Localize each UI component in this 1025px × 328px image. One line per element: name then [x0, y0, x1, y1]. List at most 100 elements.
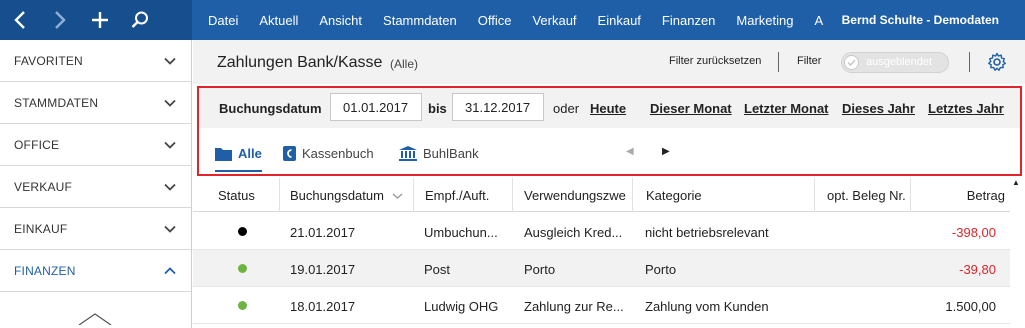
- table-header: Status Buchungsdatum Empf./Auft. Verwend…: [193, 178, 1010, 212]
- tab-label: Kassenbuch: [302, 146, 374, 161]
- sort-chevron-icon: [392, 193, 403, 199]
- table-row[interactable]: 18.01.2017 Ludwig OHG Zahlung zur Re... Zah…: [193, 287, 1010, 324]
- tab-alle[interactable]: Alle: [215, 146, 262, 161]
- status-dot-icon: [238, 264, 247, 273]
- sidebar-item-stammdaten[interactable]: STAMMDATEN: [0, 82, 191, 124]
- back-icon[interactable]: [0, 0, 40, 40]
- cell-amount: -39,80: [959, 262, 996, 277]
- status-dot-icon: [238, 227, 247, 236]
- sidebar-item-office[interactable]: OFFICE: [0, 124, 191, 166]
- col-status[interactable]: Status: [193, 178, 279, 212]
- menu-item[interactable]: Verkauf: [532, 13, 576, 28]
- collapse-panel-icon[interactable]: [78, 313, 112, 328]
- forward-icon[interactable]: [40, 0, 80, 40]
- reset-filter-button[interactable]: Filter zurücksetzen: [669, 55, 761, 67]
- menu-item-truncated[interactable]: A: [814, 13, 824, 28]
- active-tab-indicator: [215, 170, 262, 172]
- quick-this-year-link[interactable]: Dieses Jahr: [842, 101, 915, 116]
- col-label: Buchungsdatum: [290, 188, 384, 203]
- sidebar: FAVORITEN STAMMDATEN OFFICE VERKAUF EINKAUF F…: [0, 40, 192, 328]
- tab-scroll-left-icon[interactable]: ◀: [626, 146, 634, 157]
- top-bar: Datei Aktuell Ansicht Stammdaten Office Verka…: [0, 0, 1025, 40]
- sidebar-item-label: VERKAUF: [14, 179, 73, 194]
- folder-icon: [215, 147, 232, 161]
- chevron-down-icon[interactable]: [163, 54, 177, 68]
- sidebar-item-label: FINANZEN: [14, 263, 76, 278]
- col-receipt[interactable]: opt. Beleg Nr.: [814, 178, 910, 212]
- sidebar-item-label: STAMMDATEN: [14, 95, 99, 110]
- col-party[interactable]: Empf./Auft.: [413, 178, 512, 212]
- date-filter-row: Buchungsdatum 01.01.2017 bis 31.12.2017 …: [199, 88, 1020, 128]
- cell-amount: -398,00: [951, 225, 996, 240]
- menu-item[interactable]: Aktuell: [259, 13, 298, 28]
- table-row[interactable]: 21.01.2017 Umbuchun... Ausgleich Kred... ni…: [193, 213, 1010, 250]
- user-name[interactable]: Bernd Schulte - Demodaten: [833, 13, 999, 27]
- quick-today-link[interactable]: Heute: [590, 101, 626, 116]
- page-subtitle: (Alle): [390, 57, 419, 71]
- menu-item[interactable]: Office: [478, 13, 512, 28]
- date-from-input[interactable]: 01.01.2017: [330, 93, 422, 121]
- bank-icon: [399, 146, 417, 161]
- menu-item[interactable]: Datei: [208, 13, 238, 28]
- toggle-label: ausgeblendet: [866, 56, 933, 68]
- search-icon[interactable]: [120, 0, 160, 40]
- filter-label: Filter: [797, 55, 822, 67]
- filter-toggle[interactable]: ausgeblendet: [841, 52, 949, 73]
- oder-label: oder: [553, 101, 580, 116]
- chevron-down-icon[interactable]: [163, 96, 177, 110]
- table-body: 21.01.2017 Umbuchun... Ausgleich Kred... ni…: [193, 213, 1010, 324]
- sidebar-item-label: OFFICE: [14, 137, 60, 152]
- col-amount[interactable]: Betrag: [910, 178, 1010, 212]
- menu-item[interactable]: Marketing: [736, 13, 793, 28]
- col-category[interactable]: Kategorie: [632, 178, 814, 212]
- chevron-down-icon[interactable]: [163, 180, 177, 194]
- divider: [969, 52, 970, 72]
- quick-last-month-link[interactable]: Letzter Monat: [744, 101, 829, 116]
- sidebar-item-verkauf[interactable]: VERKAUF: [0, 166, 191, 208]
- sidebar-item-finanzen[interactable]: FINANZEN: [0, 250, 191, 292]
- cell-purpose: Ausgleich Kred...: [524, 225, 623, 240]
- sidebar-item-label: FAVORITEN: [14, 53, 83, 68]
- col-date[interactable]: Buchungsdatum: [279, 178, 413, 212]
- tab-label: Alle: [238, 146, 262, 161]
- settings-gear-icon[interactable]: [987, 52, 1007, 75]
- tab-scroll-right-icon[interactable]: ▶: [662, 146, 670, 157]
- nav-controls: [0, 0, 192, 40]
- tab-buhlbank[interactable]: BuhlBank: [399, 146, 479, 161]
- menu-item[interactable]: Einkauf: [598, 13, 641, 28]
- menu-item[interactable]: Stammdaten: [383, 13, 457, 28]
- tab-label: BuhlBank: [423, 146, 479, 161]
- quick-this-month-link[interactable]: Dieser Monat: [650, 101, 732, 116]
- toggle-knob: [844, 55, 859, 70]
- date-to-input[interactable]: 31.12.2017: [452, 93, 544, 121]
- add-icon[interactable]: [80, 0, 120, 40]
- sidebar-item-favoriten[interactable]: FAVORITEN: [0, 40, 191, 82]
- cell-party: Umbuchun...: [424, 225, 498, 240]
- col-purpose[interactable]: Verwendungszwe: [512, 178, 632, 212]
- menu-item[interactable]: Ansicht: [319, 13, 362, 28]
- sidebar-item-label: EINKAUF: [14, 221, 68, 236]
- sidebar-item-einkauf[interactable]: EINKAUF: [0, 208, 191, 250]
- tab-kassenbuch[interactable]: Kassenbuch: [283, 146, 374, 161]
- bis-label: bis: [428, 101, 447, 116]
- cell-date: 19.01.2017: [290, 262, 356, 277]
- tab-bar: Alle Kassenbuch BuhlBank ◀ ▶: [199, 128, 1020, 174]
- filter-panel: Buchungsdatum 01.01.2017 bis 31.12.2017 …: [197, 86, 1022, 176]
- cell-category: nicht betriebsrelevant: [645, 225, 769, 240]
- cell-purpose: Porto: [524, 262, 556, 277]
- table-row[interactable]: 19.01.2017 Post Porto Porto -39,80: [193, 250, 1010, 287]
- page-header: Zahlungen Bank/Kasse (Alle) Filter zurüc…: [193, 40, 1025, 84]
- menu-item[interactable]: Finanzen: [662, 13, 715, 28]
- scroll-up-icon[interactable]: ▲: [1012, 178, 1020, 187]
- date-filter-label: Buchungsdatum: [219, 101, 322, 116]
- chevron-up-icon[interactable]: [163, 264, 177, 278]
- cell-date: 21.01.2017: [290, 225, 356, 240]
- cell-party: Ludwig OHG: [424, 299, 499, 314]
- cell-category: Zahlung vom Kunden: [645, 299, 769, 314]
- divider: [778, 52, 779, 72]
- chevron-down-icon[interactable]: [163, 138, 177, 152]
- chevron-down-icon[interactable]: [163, 222, 177, 236]
- quick-last-year-link[interactable]: Letztes Jahr: [928, 101, 1004, 116]
- status-dot-icon: [238, 301, 247, 310]
- cell-amount: 1.500,00: [945, 299, 996, 314]
